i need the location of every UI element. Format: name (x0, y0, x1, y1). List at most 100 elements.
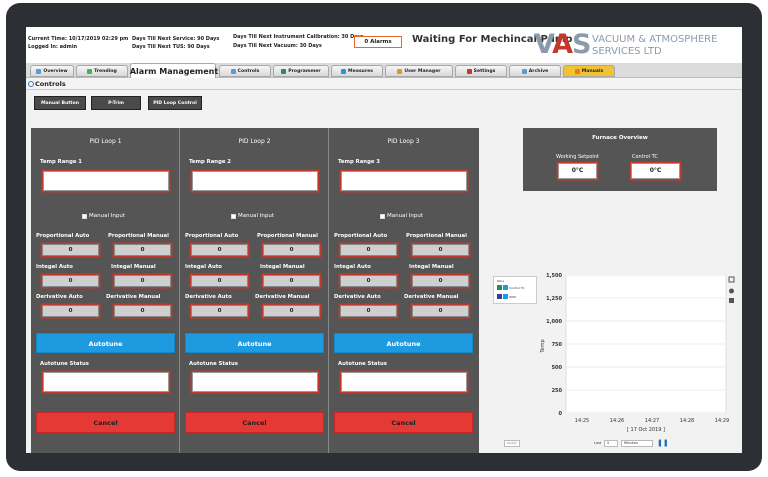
vacuum-countdown: Days Till Next Vacuum: 30 Days (233, 43, 322, 49)
header: Current Time: 10/17/2019 02:29 pm Logged… (26, 27, 742, 67)
integal-auto-value: 0 (42, 275, 99, 287)
derivative-auto-value: 0 (42, 305, 99, 317)
settings-icon (466, 68, 472, 74)
y-tick-label: 0 (559, 411, 563, 417)
current-time: Current Time: 10/17/2019 02:29 pm (28, 36, 129, 42)
controls-icon (28, 81, 34, 87)
cancel-button[interactable]: Cancel (36, 412, 175, 433)
logged-in-user: Logged In: admin (28, 44, 78, 50)
save-icon[interactable] (729, 298, 734, 303)
pid-loop-1: PID Loop 1 Temp Range 1 Manual Input Pro… (31, 128, 180, 453)
manual-input-checkbox[interactable]: Manual Input (380, 213, 423, 219)
furnace-overview-panel: Furnace Overview Working Setpoint 0°C Co… (523, 128, 717, 191)
tab-settings[interactable]: Settings (455, 65, 507, 77)
manual-input-checkbox[interactable]: Manual Input (82, 213, 125, 219)
range-count-input[interactable]: 5 (604, 440, 618, 447)
integal-manual-input[interactable]: 0 (114, 275, 171, 287)
working-setpoint-label: Working Setpoint (556, 154, 599, 160)
checkbox-box[interactable] (231, 213, 236, 219)
autotune-status-field (192, 372, 318, 392)
derivative-manual-input[interactable]: 0 (412, 305, 469, 317)
tab-overview[interactable]: Overview (30, 65, 74, 77)
proportional-manual-input[interactable]: 0 (114, 244, 171, 256)
tab-alarm-management[interactable]: Alarm Management (130, 63, 218, 78)
tab-manuals[interactable]: Manuals (563, 65, 615, 77)
logo-line-2: SERVICES LTD (592, 46, 662, 57)
manual-button-button[interactable]: Manual Button (34, 96, 86, 110)
manual-input-checkbox[interactable]: Manual Input (231, 213, 274, 219)
alarm-count-button[interactable]: 0 Alarms (354, 36, 402, 48)
autotune-button[interactable]: Autotune (36, 333, 175, 353)
programmer-icon (281, 68, 287, 74)
pid-loops-panel: PID Loop 1 Temp Range 1 Manual Input Pro… (31, 128, 479, 453)
loop-title: PID Loop 3 (387, 138, 420, 145)
proportional-manual-label: Proportional Manual (406, 233, 467, 239)
integal-auto-value: 0 (340, 275, 397, 287)
tab-user-manager[interactable]: User Manager (385, 65, 453, 77)
integal-manual-input[interactable]: 0 (263, 275, 320, 287)
autotune-button[interactable]: Autotune (185, 333, 324, 353)
x-tick-label: 14:26 (610, 418, 624, 424)
proportional-manual-input[interactable]: 0 (412, 244, 469, 256)
legend-item-wsp[interactable]: WSP (497, 294, 516, 299)
pen-checkbox[interactable] (503, 294, 508, 299)
temp-range-label: Temp Range 3 (338, 159, 380, 165)
integal-manual-label: Integal Manual (409, 264, 454, 270)
overview-icon (36, 68, 42, 74)
derivative-auto-label: Derivative Auto (334, 294, 381, 300)
user-icon (397, 68, 403, 74)
derivative-manual-input[interactable]: 0 (114, 305, 171, 317)
tab-controls[interactable]: Controls (219, 65, 271, 77)
temp-range-label: Temp Range 2 (189, 159, 231, 165)
furnace-title: Furnace Overview (592, 135, 648, 141)
pid-loop-control-button[interactable]: PID Loop Control (148, 96, 202, 110)
tab-trending[interactable]: Trending (76, 65, 128, 77)
pen-swatch (497, 285, 502, 290)
derivative-manual-label: Derivative Manual (255, 294, 310, 300)
tab-archive[interactable]: Archive (509, 65, 561, 77)
pause-icon[interactable]: ❚❚ (657, 439, 669, 447)
print-icon[interactable] (729, 288, 734, 294)
measures-icon (341, 68, 347, 74)
chart-date: [ 17 Oct 2019 ] (627, 427, 665, 433)
pen-checkbox[interactable] (503, 285, 508, 290)
temp-range-input[interactable] (192, 171, 318, 191)
zoom-icon[interactable] (728, 276, 735, 283)
apply-button[interactable]: Apply (504, 440, 520, 447)
integal-manual-label: Integal Manual (111, 264, 156, 270)
x-tick-label: 14:25 (575, 418, 589, 424)
tab-programmer[interactable]: Programmer (273, 65, 329, 77)
pid-loop-2: PID Loop 2 Temp Range 2 Manual Input Pro… (180, 128, 329, 453)
y-tick-label: 1,000 (546, 319, 562, 325)
y-tick-label: 1,250 (546, 296, 562, 302)
cancel-button[interactable]: Cancel (334, 412, 473, 433)
x-tick-label: 14:27 (645, 418, 659, 424)
integal-auto-value: 0 (191, 275, 248, 287)
integal-auto-label: Integal Auto (334, 264, 371, 270)
temp-range-input[interactable] (341, 171, 467, 191)
temp-range-label: Temp Range 1 (40, 159, 82, 165)
pid-loop-3: PID Loop 3 Temp Range 3 Manual Input Pro… (329, 128, 479, 453)
temperature-trend-chart: 1,5001,2501,0007505002500 14:25 14:26 14:2… (540, 273, 735, 433)
hmi-screen: Current Time: 10/17/2019 02:29 pm Logged… (26, 27, 742, 453)
legend-item-control-tc[interactable]: Control TC (497, 285, 525, 290)
range-unit-select[interactable]: Minutes (621, 440, 653, 447)
autotune-status-label: Autotune Status (338, 361, 387, 367)
checkbox-box[interactable] (380, 213, 385, 219)
autotune-button[interactable]: Autotune (334, 333, 473, 353)
tab-measures[interactable]: Measures (331, 65, 383, 77)
temp-range-input[interactable] (43, 171, 169, 191)
control-tc-label: Control TC (632, 154, 658, 160)
proportional-auto-value: 0 (191, 244, 248, 256)
proportional-manual-input[interactable]: 0 (263, 244, 320, 256)
proportional-auto-value: 0 (42, 244, 99, 256)
derivative-manual-input[interactable]: 0 (263, 305, 320, 317)
integal-manual-label: Integal Manual (260, 264, 305, 270)
p-trim-button[interactable]: P-Trim (91, 96, 141, 110)
integal-auto-label: Integal Auto (36, 264, 73, 270)
cancel-button[interactable]: Cancel (185, 412, 324, 433)
checkbox-box[interactable] (82, 213, 87, 219)
working-setpoint-value: 0°C (558, 163, 597, 179)
proportional-auto-label: Proportional Auto (334, 233, 388, 239)
integal-manual-input[interactable]: 0 (412, 275, 469, 287)
